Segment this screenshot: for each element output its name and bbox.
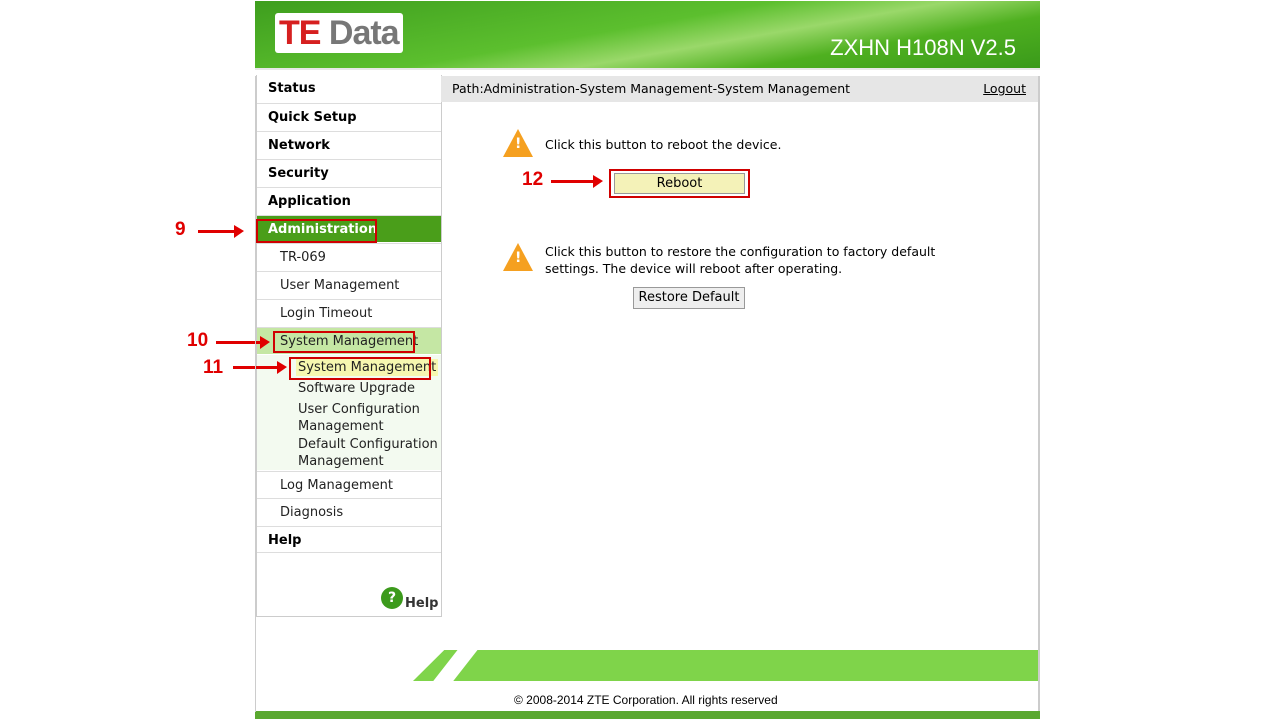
arrow-icon: [551, 175, 603, 188]
header-banner: TE Data ZXHN H108N V2.5: [255, 1, 1040, 70]
submenu-item-user-config-management[interactable]: User Configuration Management: [298, 401, 428, 435]
arrow-icon: [233, 361, 287, 374]
arrow-icon: [198, 225, 244, 238]
te-data-logo: TE Data: [275, 13, 403, 53]
content-border: [1038, 76, 1040, 712]
sidebar-item-network[interactable]: Network: [257, 131, 441, 158]
sidebar-item-application[interactable]: Application: [257, 187, 441, 214]
footer-band: [413, 650, 1038, 681]
logout-link[interactable]: Logout: [983, 76, 1026, 102]
annotation-label-11: 11: [203, 357, 224, 378]
sidebar-item-log-management[interactable]: Log Management: [257, 471, 441, 498]
submenu-item-software-upgrade[interactable]: Software Upgrade: [298, 380, 415, 397]
breadcrumb-text: Path:Administration-System Management-Sy…: [452, 81, 851, 96]
help-link[interactable]: Help: [405, 596, 438, 611]
restore-default-button[interactable]: Restore Default: [633, 287, 745, 309]
device-model: ZXHN H108N V2.5: [830, 35, 1016, 60]
footer-bar: [255, 711, 1040, 719]
annotation-box-9: [256, 219, 377, 243]
sidebar-item-security[interactable]: Security: [257, 159, 441, 186]
warning-icon: !: [503, 243, 533, 271]
sidebar-item-status[interactable]: Status: [257, 75, 441, 102]
reboot-button[interactable]: Reboot: [614, 173, 745, 194]
sidebar-item-tr069[interactable]: TR-069: [257, 243, 441, 270]
sidebar-item-user-management[interactable]: User Management: [257, 271, 441, 298]
annotation-box-10: [273, 331, 415, 353]
submenu-item-default-config-management[interactable]: Default Configuration Management: [298, 436, 438, 470]
sidebar-item-login-timeout[interactable]: Login Timeout: [257, 299, 441, 326]
annotation-label-9: 9: [175, 219, 186, 240]
annotation-label-10: 10: [187, 330, 209, 351]
page-border: [255, 76, 256, 712]
annotation-label-12: 12: [522, 169, 544, 190]
sidebar-item-help[interactable]: Help: [257, 526, 441, 553]
sidebar-item-quick-setup[interactable]: Quick Setup: [257, 103, 441, 130]
help-icon[interactable]: ?: [381, 587, 403, 609]
reboot-description: Click this button to reboot the device.: [545, 137, 782, 152]
sidebar-item-diagnosis[interactable]: Diagnosis: [257, 498, 441, 525]
restore-description: Click this button to restore the configu…: [545, 244, 936, 276]
warning-icon: !: [503, 129, 533, 157]
annotation-box-11: [289, 357, 431, 380]
breadcrumb: Path:Administration-System Management-Sy…: [441, 76, 1039, 102]
copyright: © 2008-2014 ZTE Corporation. All rights …: [514, 693, 778, 707]
